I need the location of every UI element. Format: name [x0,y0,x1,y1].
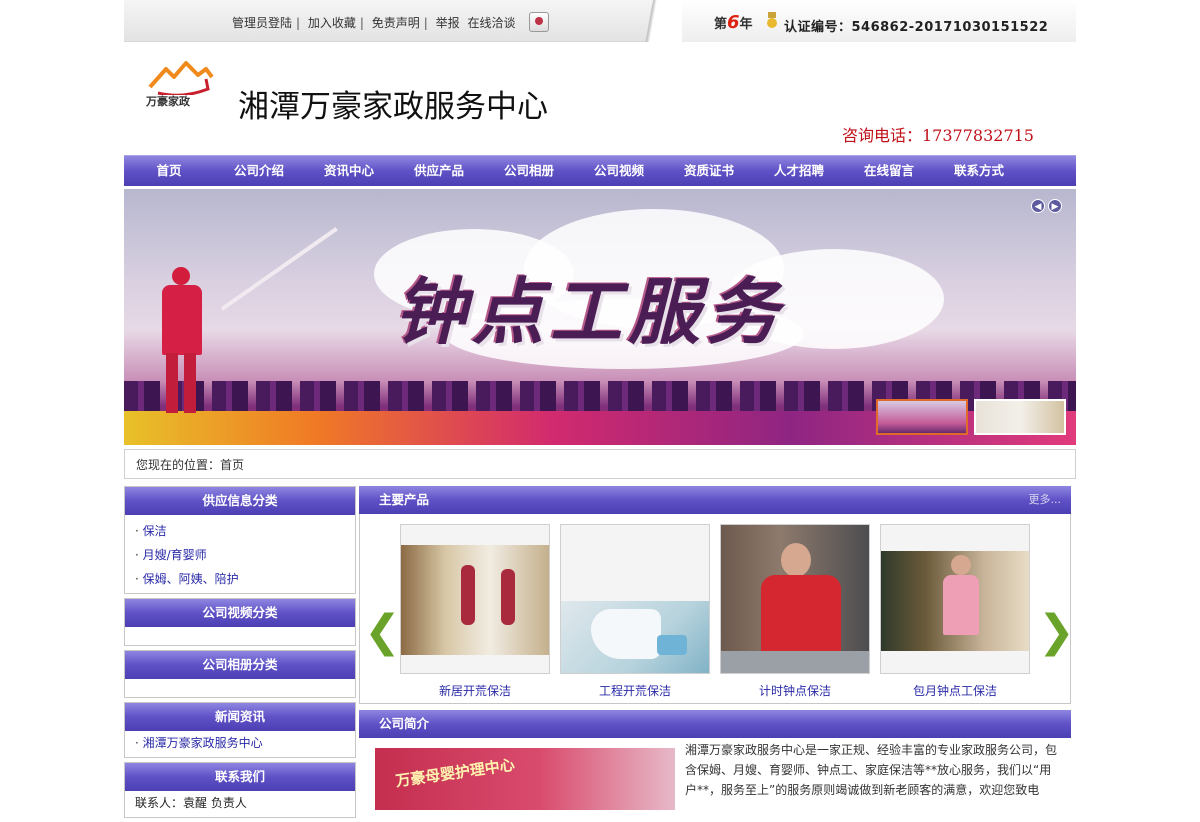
top-links: 管理员登陆 | 加入收藏 | 免责声明 | 举报 在线洽谈 [232,16,516,30]
product-caption[interactable]: 新居开荒保洁 [400,682,550,699]
add-favorite-link[interactable]: 加入收藏 [308,16,356,30]
products-title: 主要产品 [379,492,430,507]
product-image[interactable] [560,524,710,674]
certification-number: 认证编号：546862-20171030151522 [784,20,1049,35]
contact-title: 联系我们 [125,763,355,791]
profile-image[interactable]: 万豪母婴护理中心 [375,748,675,810]
album-category-box: 公司相册分类 [124,650,356,698]
nav-messages[interactable]: 在线留言 [844,156,934,186]
supply-item-caregiver[interactable]: 保姆、阿姨、陪护 [135,567,355,591]
contact-box: 联系我们 联系人：袁醒 负责人 [124,762,356,818]
online-chat-link[interactable]: 在线洽谈 [468,16,516,30]
nav-contact[interactable]: 联系方式 [934,156,1024,186]
product-image[interactable] [880,524,1030,674]
product-caption[interactable]: 计时钟点保洁 [720,682,870,699]
nav-home[interactable]: 首页 [124,156,214,186]
top-bar: 管理员登陆 | 加入收藏 | 免责声明 | 举报 在线洽谈 第6年 认证编号：5468… [124,0,1076,42]
supply-category-box: 供应信息分类 保洁 月嫂/育婴师 保姆、阿姨、陪护 [124,486,356,594]
page: 管理员登陆 | 加入收藏 | 免责声明 | 举报 在线洽谈 第6年 认证编号：5468… [124,0,1076,818]
disclaimer-link[interactable]: 免责声明 [372,16,420,30]
hotline-number: 咨询电话：17377832715 [842,126,1034,145]
profile-header: 公司简介 [359,710,1071,738]
nav-video[interactable]: 公司视频 [574,156,664,186]
banner-thumb[interactable] [974,399,1066,435]
banner-thumbnails [876,399,1066,435]
product-image[interactable] [720,524,870,674]
membership-years: 第6年 [714,12,753,33]
house-logo-icon [148,61,214,95]
cleaner-figure [152,227,338,417]
products-more-link[interactable]: 更多... [1029,486,1062,514]
nav-album[interactable]: 公司相册 [484,156,574,186]
video-category-title: 公司视频分类 [125,599,355,627]
video-category-box: 公司视频分类 [124,598,356,646]
profile-text: 湘潭万豪家政服务中心是一家正规、经验丰富的专业家政服务公司，包含保姆、月嫂、育婴… [685,743,1058,797]
nav-about[interactable]: 公司介绍 [214,156,304,186]
product-image[interactable] [400,524,550,674]
company-profile: 公司简介 万豪母婴护理中心 湘潭万豪家政服务中心是一家正规、经验丰富的专业家政服… [359,710,1071,810]
logo-text: 万豪家政 [146,95,190,108]
nav-jobs[interactable]: 人才招聘 [754,156,844,186]
main-content: 主要产品 更多... ❮ 新居开荒保洁 工程开荒保洁 计时钟点保洁 包月钟点工保… [359,486,1075,810]
site-title: 湘潭万豪家政服务中心 [238,89,548,125]
product-card[interactable]: 包月钟点工保洁 [880,524,1030,704]
medal-icon [766,12,778,30]
banner-slider[interactable]: 钟点工服务 ◀ ▶ [124,189,1076,445]
banner-thumb[interactable] [876,399,968,435]
banner-title: 钟点工服务 [394,269,785,354]
report-link[interactable]: 举报 [436,16,460,30]
main-nav: 首页 公司介绍 资讯中心 供应产品 公司相册 公司视频 资质证书 人才招聘 在线… [124,155,1076,186]
chat-icon[interactable] [529,12,549,32]
products-header: 主要产品 更多... [359,486,1071,514]
news-title: 新闻资讯 [125,703,355,731]
supply-item-nanny[interactable]: 月嫂/育婴师 [135,543,355,567]
profile-image-text: 万豪母婴护理中心 [394,755,516,791]
supply-item-cleaning[interactable]: 保洁 [135,519,355,543]
nav-products[interactable]: 供应产品 [394,156,484,186]
nav-certificates[interactable]: 资质证书 [664,156,754,186]
album-category-title: 公司相册分类 [125,651,355,679]
banner-next-icon[interactable]: ▶ [1048,199,1062,213]
supply-category-title: 供应信息分类 [125,487,355,515]
products-carousel: ❮ 新居开荒保洁 工程开荒保洁 计时钟点保洁 包月钟点工保洁 ❯ [359,514,1075,704]
contact-person: 联系人：袁醒 负责人 [135,796,247,810]
banner-arrows: ◀ ▶ [1031,199,1062,213]
carousel-prev-icon[interactable]: ❮ [364,610,401,658]
product-card[interactable]: 新居开荒保洁 [400,524,550,704]
left-sidebar: 供应信息分类 保洁 月嫂/育婴师 保姆、阿姨、陪护 公司视频分类 公司相册分类 … [124,486,356,822]
carousel-next-icon[interactable]: ❯ [1038,610,1075,658]
cert-area: 第6年 认证编号：546862-20171030151522 [622,0,1076,42]
product-caption[interactable]: 工程开荒保洁 [560,682,710,699]
nav-news[interactable]: 资讯中心 [304,156,394,186]
site-header: 万豪家政 湘潭万豪家政服务中心 咨询电话：17377832715 [124,43,1076,153]
breadcrumb: 您现在的位置：首页 [124,449,1076,479]
profile-title: 公司简介 [379,716,430,731]
company-logo[interactable]: 万豪家政 [142,53,230,123]
product-card[interactable]: 计时钟点保洁 [720,524,870,704]
product-caption[interactable]: 包月钟点工保洁 [880,682,1030,699]
news-item[interactable]: 湘潭万豪家政服务中心 [135,731,355,755]
product-card[interactable]: 工程开荒保洁 [560,524,710,704]
news-box: 新闻资讯 湘潭万豪家政服务中心 [124,702,356,758]
banner-prev-icon[interactable]: ◀ [1031,199,1045,213]
admin-login-link[interactable]: 管理员登陆 [232,16,292,30]
